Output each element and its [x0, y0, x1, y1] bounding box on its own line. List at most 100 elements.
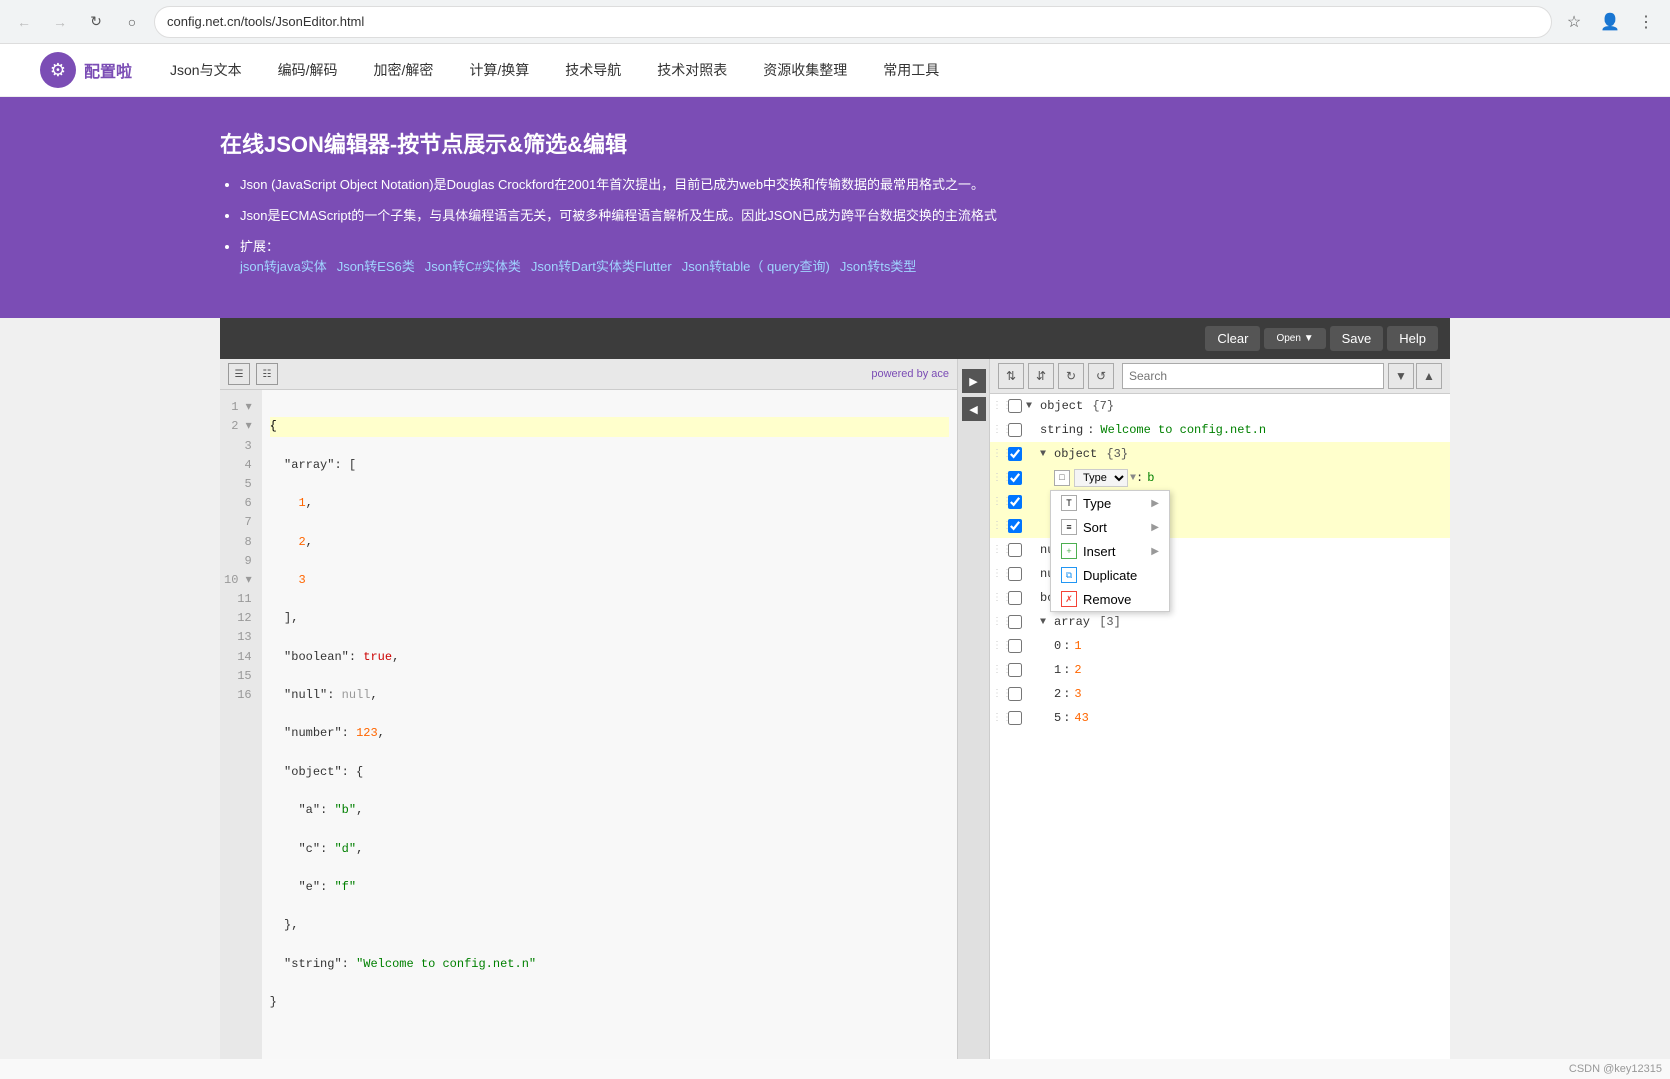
row-checkbox-string[interactable] [1008, 423, 1022, 437]
nav-item-resources[interactable]: 资源收集整理 [755, 56, 855, 84]
editor-panels: ☰ ☷ powered by ace 1 ▾ 2 ▾ 3 4 5 6 7 8 9… [220, 359, 1450, 1058]
drag-handle-string[interactable]: ⋮⋮ [990, 424, 1004, 436]
nav-item-crypto[interactable]: 加密/解密 [365, 56, 441, 84]
hero-section: 在线JSON编辑器-按节点展示&筛选&编辑 Json (JavaScript O… [0, 97, 1670, 318]
reload-button[interactable]: ↻ [82, 8, 110, 36]
row-val-string: Welcome to config.net.n [1100, 423, 1266, 437]
extend-link-1[interactable]: json转java实体 [240, 257, 327, 278]
menu-item-type[interactable]: T Type ▶ [1051, 491, 1169, 515]
drag-handle-c[interactable]: ⋮⋮ [990, 496, 1004, 508]
line-numbers: 1 ▾ 2 ▾ 3 4 5 6 7 8 9 10 ▾ 11 12 13 14 1… [220, 390, 262, 1058]
expand-root[interactable]: ▼ [1026, 401, 1040, 412]
drag-handle-e[interactable]: ⋮⋮ [990, 520, 1004, 532]
drag-handle-array[interactable]: ⋮⋮ [990, 616, 1004, 628]
drag-handle-boolean[interactable]: ⋮⋮ [990, 592, 1004, 604]
tree-search-input[interactable] [1122, 363, 1384, 389]
expand-left-button[interactable]: ◀ [962, 397, 986, 421]
row-checkbox-null[interactable] [1008, 567, 1022, 581]
menu-item-duplicate[interactable]: ⧉ Duplicate [1051, 563, 1169, 587]
extend-link-3[interactable]: Json转C#实体类 [425, 257, 521, 278]
undo-button[interactable]: ↻ [1058, 363, 1084, 389]
search-prev-button[interactable]: ▼ [1388, 363, 1414, 389]
row-checkbox-arr1[interactable] [1008, 663, 1022, 677]
nav-item-calc[interactable]: 计算/换算 [461, 56, 537, 84]
nav-item-json[interactable]: Json与文本 [162, 56, 250, 84]
tree-row-arr2: ⋮⋮ 2 : 3 [990, 682, 1450, 706]
menu-item-insert[interactable]: + Insert ▶ [1051, 539, 1169, 563]
row-checkbox-boolean[interactable] [1008, 591, 1022, 605]
insert-arrow: ▶ [1151, 546, 1159, 557]
back-button[interactable]: ← [10, 8, 38, 36]
row-checkbox-arr2[interactable] [1008, 687, 1022, 701]
profile-button[interactable]: 👤 [1596, 8, 1624, 36]
editor-toolbar: Clear Open ▼ Save Help [220, 318, 1450, 359]
code-lines[interactable]: { "array": [ 1, 2, 3 ], "boolean": true,… [262, 390, 957, 1058]
row-checkbox-c[interactable] [1008, 495, 1022, 509]
extend-link-6[interactable]: Json转ts类型 [840, 257, 917, 278]
row-checkbox-object[interactable] [1008, 447, 1022, 461]
row-val-object: {3} [1099, 447, 1128, 461]
drag-handle-number[interactable]: ⋮⋮ [990, 544, 1004, 556]
code-content[interactable]: 1 ▾ 2 ▾ 3 4 5 6 7 8 9 10 ▾ 11 12 13 14 1… [220, 390, 957, 1058]
drag-handle[interactable]: ⋮⋮ [990, 400, 1004, 412]
search-next-button[interactable]: ▲ [1416, 363, 1442, 389]
nav-item-tech-table[interactable]: 技术对照表 [649, 56, 735, 84]
open-button[interactable]: Open ▼ [1264, 328, 1325, 349]
menu-insert-label: Insert [1083, 544, 1116, 559]
tree-row-string: ⋮⋮ string : Welcome to config.net.n [990, 418, 1450, 442]
tree-content: ⋮⋮ ▼ object {7} ⋮⋮ string : Welcome to c… [990, 394, 1450, 1058]
row-checkbox-e[interactable] [1008, 519, 1022, 533]
type-icon-a[interactable]: □ [1054, 470, 1070, 486]
menu-item-sort[interactable]: ≡ Sort ▶ [1051, 515, 1169, 539]
extend-link-2[interactable]: Json转ES6类 [337, 257, 415, 278]
bookmark-button[interactable]: ☆ [1560, 8, 1588, 36]
home-button[interactable]: ○ [118, 8, 146, 36]
save-button[interactable]: Save [1330, 326, 1384, 351]
extend-link-4[interactable]: Json转Dart实体类Flutter [531, 257, 672, 278]
nav-item-tech-nav[interactable]: 技术导航 [557, 56, 629, 84]
clear-button[interactable]: Clear [1205, 326, 1260, 351]
hero-bullet-2: Json是ECMAScript的一个子集，与具体编程语言无关，可被多种编程语言解… [240, 206, 1450, 227]
menu-button[interactable]: ⋮ [1632, 8, 1660, 36]
compact-btn[interactable]: ☷ [256, 363, 278, 385]
powered-by-link[interactable]: powered by ace [871, 368, 949, 380]
drag-handle-arr1[interactable]: ⋮⋮ [990, 664, 1004, 676]
type-dropdown-a[interactable]: Type [1074, 469, 1128, 487]
row-checkbox-array[interactable] [1008, 615, 1022, 629]
sort-desc-button[interactable]: ⇵ [1028, 363, 1054, 389]
extend-links: json转java实体 Json转ES6类 Json转C#实体类 Json转Da… [240, 257, 1450, 278]
tree-toolbar: ⇅ ⇵ ↻ ↺ ▼ ▲ [990, 359, 1450, 394]
row-checkbox-a[interactable] [1008, 471, 1022, 485]
row-val-arr0: 1 [1074, 639, 1081, 653]
row-checkbox-root[interactable] [1008, 399, 1022, 413]
drag-handle-null[interactable]: ⋮⋮ [990, 568, 1004, 580]
redo-button[interactable]: ↺ [1088, 363, 1114, 389]
menu-item-remove[interactable]: ✗ Remove [1051, 587, 1169, 611]
drag-handle-a[interactable]: ⋮⋮ [990, 472, 1004, 484]
nav-item-tools[interactable]: 常用工具 [875, 56, 947, 84]
drag-handle-arr2[interactable]: ⋮⋮ [990, 688, 1004, 700]
tree-row-a: ⋮⋮ □ Type ▼ : b [990, 466, 1450, 490]
help-button[interactable]: Help [1387, 326, 1438, 351]
expand-array[interactable]: ▼ [1040, 617, 1054, 628]
row-checkbox-arr5[interactable] [1008, 711, 1022, 725]
hero-bullet-3: 扩展： json转java实体 Json转ES6类 Json转C#实体类 Jso… [240, 237, 1450, 279]
address-bar[interactable]: config.net.cn/tools/JsonEditor.html [154, 6, 1552, 38]
tree-search-btns: ▼ ▲ [1388, 363, 1442, 389]
row-checkbox-arr0[interactable] [1008, 639, 1022, 653]
extend-link-5[interactable]: Json转table（ query查询) [682, 257, 830, 278]
expand-right-button[interactable]: ▶ [962, 369, 986, 393]
drag-handle-arr5[interactable]: ⋮⋮ [990, 712, 1004, 724]
drag-handle-arr0[interactable]: ⋮⋮ [990, 640, 1004, 652]
tree-row-object: ⋮⋮ ▼ object {3} [990, 442, 1450, 466]
hero-title: 在线JSON编辑器-按节点展示&筛选&编辑 [220, 127, 1450, 159]
forward-button[interactable]: → [46, 8, 74, 36]
row-val-a: b [1147, 471, 1154, 485]
row-checkbox-number[interactable] [1008, 543, 1022, 557]
nav-item-encode[interactable]: 编码/解码 [270, 56, 346, 84]
expand-object[interactable]: ▼ [1040, 449, 1054, 460]
sort-asc-button[interactable]: ⇅ [998, 363, 1024, 389]
format-btn[interactable]: ☰ [228, 363, 250, 385]
menu-sort-label: Sort [1083, 520, 1107, 535]
drag-handle-object[interactable]: ⋮⋮ [990, 448, 1004, 460]
